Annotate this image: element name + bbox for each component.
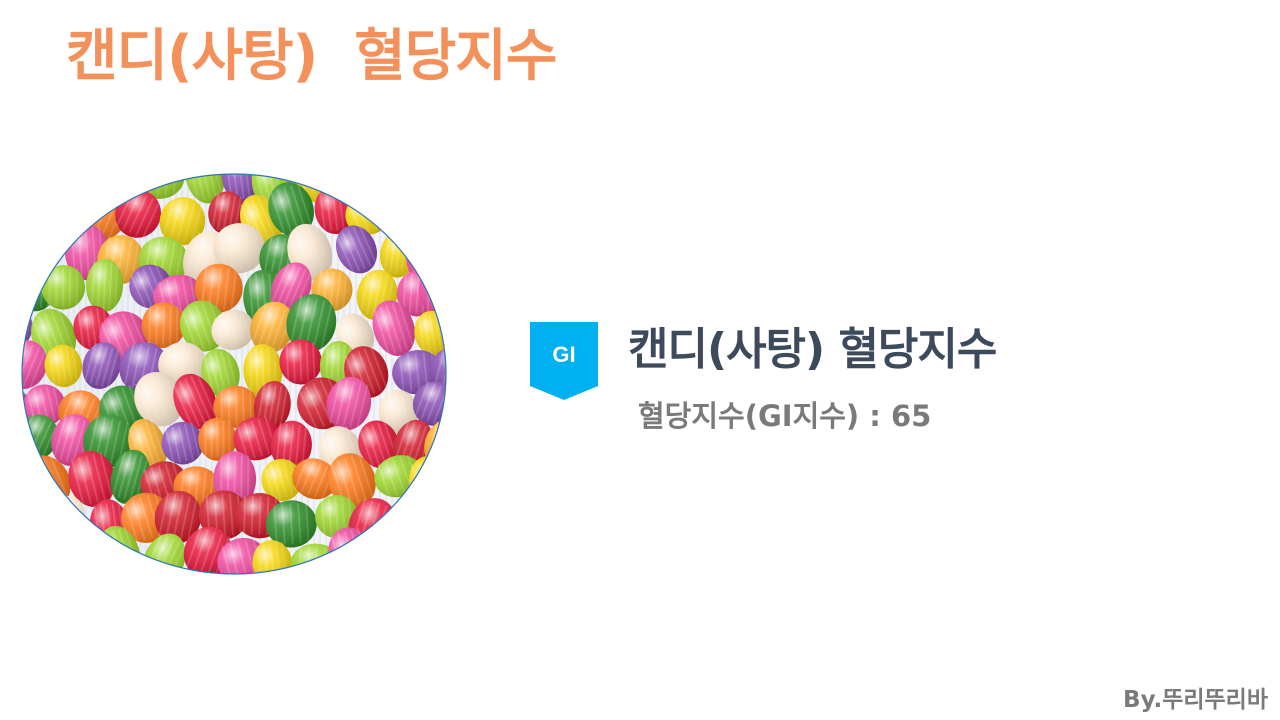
candy-piece [403,537,443,574]
candy-piece [41,265,86,310]
gi-value-text: 혈당지수(GI지수) : 65 [638,399,932,433]
gi-badge-label: GI [552,342,576,367]
candy-piece [375,538,413,574]
candy-piece [22,233,36,280]
candy-piece [22,174,67,207]
candy-piece [376,174,421,200]
slide: 캔디(사탕) 혈당지수 GI 캔디(사탕) 혈당지수 혈당지수(GI지수) : … [0,0,1280,720]
candy-piece [63,532,106,574]
candy-piece [22,174,31,202]
candy-piece [391,189,434,232]
candy-piece [22,491,56,546]
candy-piece [33,533,74,574]
candy-piece [419,193,446,246]
candy-piece [68,174,113,195]
candy-piece [422,490,446,544]
candy-piece [22,191,54,249]
candy-piece [408,174,446,200]
candy-piece [22,534,32,574]
candy-piece [334,174,372,196]
candy-piece [22,460,35,514]
food-heading: 캔디(사탕) 혈당지수 [628,324,997,375]
author-credit: By.뚜리뚜리바 [1123,687,1268,713]
page-title: 캔디(사탕) 혈당지수 [66,24,557,89]
candy-photo [21,173,447,575]
